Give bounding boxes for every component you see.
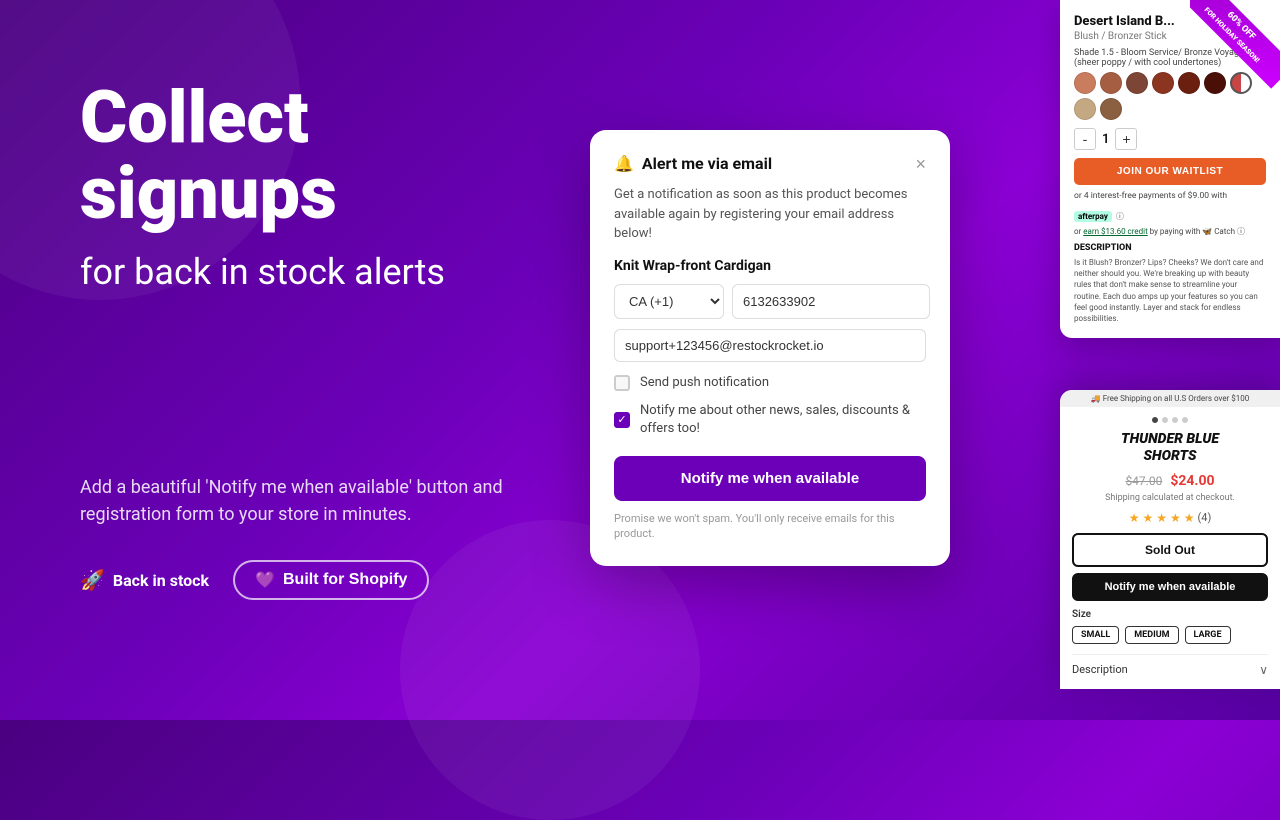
left-section: Collect signups for back in stock alerts…: [80, 80, 560, 600]
description-row-label: Description: [1072, 663, 1128, 676]
star-3: ★: [1156, 511, 1167, 525]
price-row: $47.00 $24.00: [1072, 473, 1268, 489]
modal-title: 🔔 Alert me via email: [614, 154, 772, 173]
waitlist-button[interactable]: JOIN OUR WAITLIST: [1074, 158, 1266, 185]
star-1: ★: [1129, 511, 1140, 525]
review-count: (4): [1198, 511, 1212, 524]
modal-title-text: Alert me via email: [642, 154, 772, 173]
dot-1[interactable]: [1152, 417, 1158, 423]
modal-product-name: Knit Wrap-front Cardigan: [614, 258, 926, 274]
afterpay-badge-row: afterpay ⓘ: [1074, 204, 1266, 223]
qty-minus-button[interactable]: -: [1074, 128, 1096, 150]
back-in-stock-label: Back in stock: [113, 571, 209, 590]
news-checkbox[interactable]: ✓: [614, 412, 630, 428]
rocket-icon: 🚀: [80, 568, 105, 592]
catch-credit-link[interactable]: earn $13.60 credit: [1083, 227, 1147, 236]
desc-text: Is it Blush? Bronzer? Lips? Cheeks? We d…: [1074, 257, 1266, 324]
holiday-ribbon-inner: 60% OFFFOR HOLIDAY SEASON!: [1190, 0, 1280, 89]
quantity-row: - 1 +: [1074, 128, 1266, 150]
afterpay-row: or 4 interest-free payments of $9.00 wit…: [1074, 191, 1266, 201]
size-small[interactable]: SMALL: [1072, 626, 1119, 644]
qty-plus-button[interactable]: +: [1115, 128, 1137, 150]
desc-heading: DESCRIPTION: [1074, 243, 1266, 253]
size-options: SMALL MEDIUM LARGE: [1072, 626, 1268, 644]
catch-prefix: or: [1074, 227, 1083, 236]
notify-available-button[interactable]: Notify me when available: [614, 456, 926, 501]
dot-2[interactable]: [1162, 417, 1168, 423]
dot-4[interactable]: [1182, 417, 1188, 423]
new-price: $24.00: [1170, 473, 1214, 489]
shopify-icon: 💜: [255, 570, 275, 590]
news-label: Notify me about other news, sales, disco…: [640, 402, 926, 438]
afterpay-text: or 4 interest-free payments of $9.00 wit…: [1074, 191, 1227, 201]
shopify-label: Built for Shopify: [283, 571, 407, 589]
star-5: ★: [1184, 511, 1195, 525]
old-price: $47.00: [1125, 474, 1162, 488]
carousel-dots: [1072, 417, 1268, 423]
back-in-stock-badge: 🚀 Back in stock: [80, 568, 209, 592]
sold-out-button[interactable]: Sold Out: [1072, 533, 1268, 567]
shipping-info: Shipping calculated at checkout.: [1072, 493, 1268, 503]
qty-value: 1: [1102, 132, 1109, 147]
news-checkbox-row: ✓ Notify me about other news, sales, dis…: [614, 402, 926, 438]
swatch-3[interactable]: [1126, 72, 1148, 94]
phone-row: CA (+1): [614, 284, 926, 319]
product-name-line2: SHORTS: [1072, 448, 1268, 465]
bottom-badges: 🚀 Back in stock 💜 Built for Shopify: [80, 560, 560, 600]
spam-note: Promise we won't spam. You'll only recei…: [614, 511, 926, 542]
modal-close-button[interactable]: ×: [915, 155, 926, 173]
dot-3[interactable]: [1172, 417, 1178, 423]
push-notification-row: Send push notification: [614, 374, 926, 392]
afterpay-badge: afterpay: [1074, 211, 1112, 222]
swatch-9[interactable]: [1100, 98, 1122, 120]
swatch-4[interactable]: [1152, 72, 1174, 94]
push-notification-checkbox[interactable]: [614, 375, 630, 391]
swatch-1[interactable]: [1074, 72, 1096, 94]
push-notification-label: Send push notification: [640, 374, 769, 392]
swatch-8[interactable]: [1074, 98, 1096, 120]
thunder-blue-card: 🚚 Free Shipping on all U.S Orders over $…: [1060, 390, 1280, 689]
headline: Collect signups: [80, 80, 560, 231]
afterpay-info: ⓘ: [1116, 212, 1124, 221]
description-accordion[interactable]: Description ∨: [1072, 654, 1268, 677]
size-label: Size: [1072, 609, 1268, 620]
notify-when-available-button[interactable]: Notify me when available: [1072, 573, 1268, 601]
modal-header: 🔔 Alert me via email ×: [614, 154, 926, 173]
star-4: ★: [1170, 511, 1181, 525]
description-text: Add a beautiful 'Notify me when availabl…: [80, 474, 560, 528]
size-medium[interactable]: MEDIUM: [1125, 626, 1178, 644]
catch-suffix: by paying with 🦋 Catch ⓘ: [1148, 227, 1245, 236]
thunder-blue-name: THUNDER BLUE SHORTS: [1072, 431, 1268, 465]
star-2: ★: [1142, 511, 1153, 525]
product-name-line1: THUNDER BLUE: [1072, 431, 1268, 448]
desert-island-card: 60% OFFFOR HOLIDAY SEASON! Desert Island…: [1060, 0, 1280, 338]
chevron-down-icon: ∨: [1259, 663, 1268, 677]
shopify-badge-button[interactable]: 💜 Built for Shopify: [233, 560, 429, 600]
free-shipping-bar: 🚚 Free Shipping on all U.S Orders over $…: [1060, 390, 1280, 407]
catch-row: or earn $13.60 credit by paying with 🦋 C…: [1074, 226, 1266, 237]
swatch-2[interactable]: [1100, 72, 1122, 94]
bell-icon: 🔔: [614, 154, 634, 173]
subheadline: for back in stock alerts: [80, 251, 560, 294]
size-large[interactable]: LARGE: [1185, 626, 1231, 644]
phone-number-input[interactable]: [732, 284, 930, 319]
stars-row: ★ ★ ★ ★ ★ (4): [1072, 511, 1268, 525]
phone-country-select[interactable]: CA (+1): [614, 284, 724, 319]
email-input[interactable]: [614, 329, 926, 362]
modal-description: Get a notification as soon as this produ…: [614, 185, 926, 244]
holiday-ribbon: 60% OFFFOR HOLIDAY SEASON!: [1190, 0, 1280, 90]
alert-modal: 🔔 Alert me via email × Get a notificatio…: [590, 130, 950, 566]
description-section: DESCRIPTION Is it Blush? Bronzer? Lips? …: [1074, 243, 1266, 324]
